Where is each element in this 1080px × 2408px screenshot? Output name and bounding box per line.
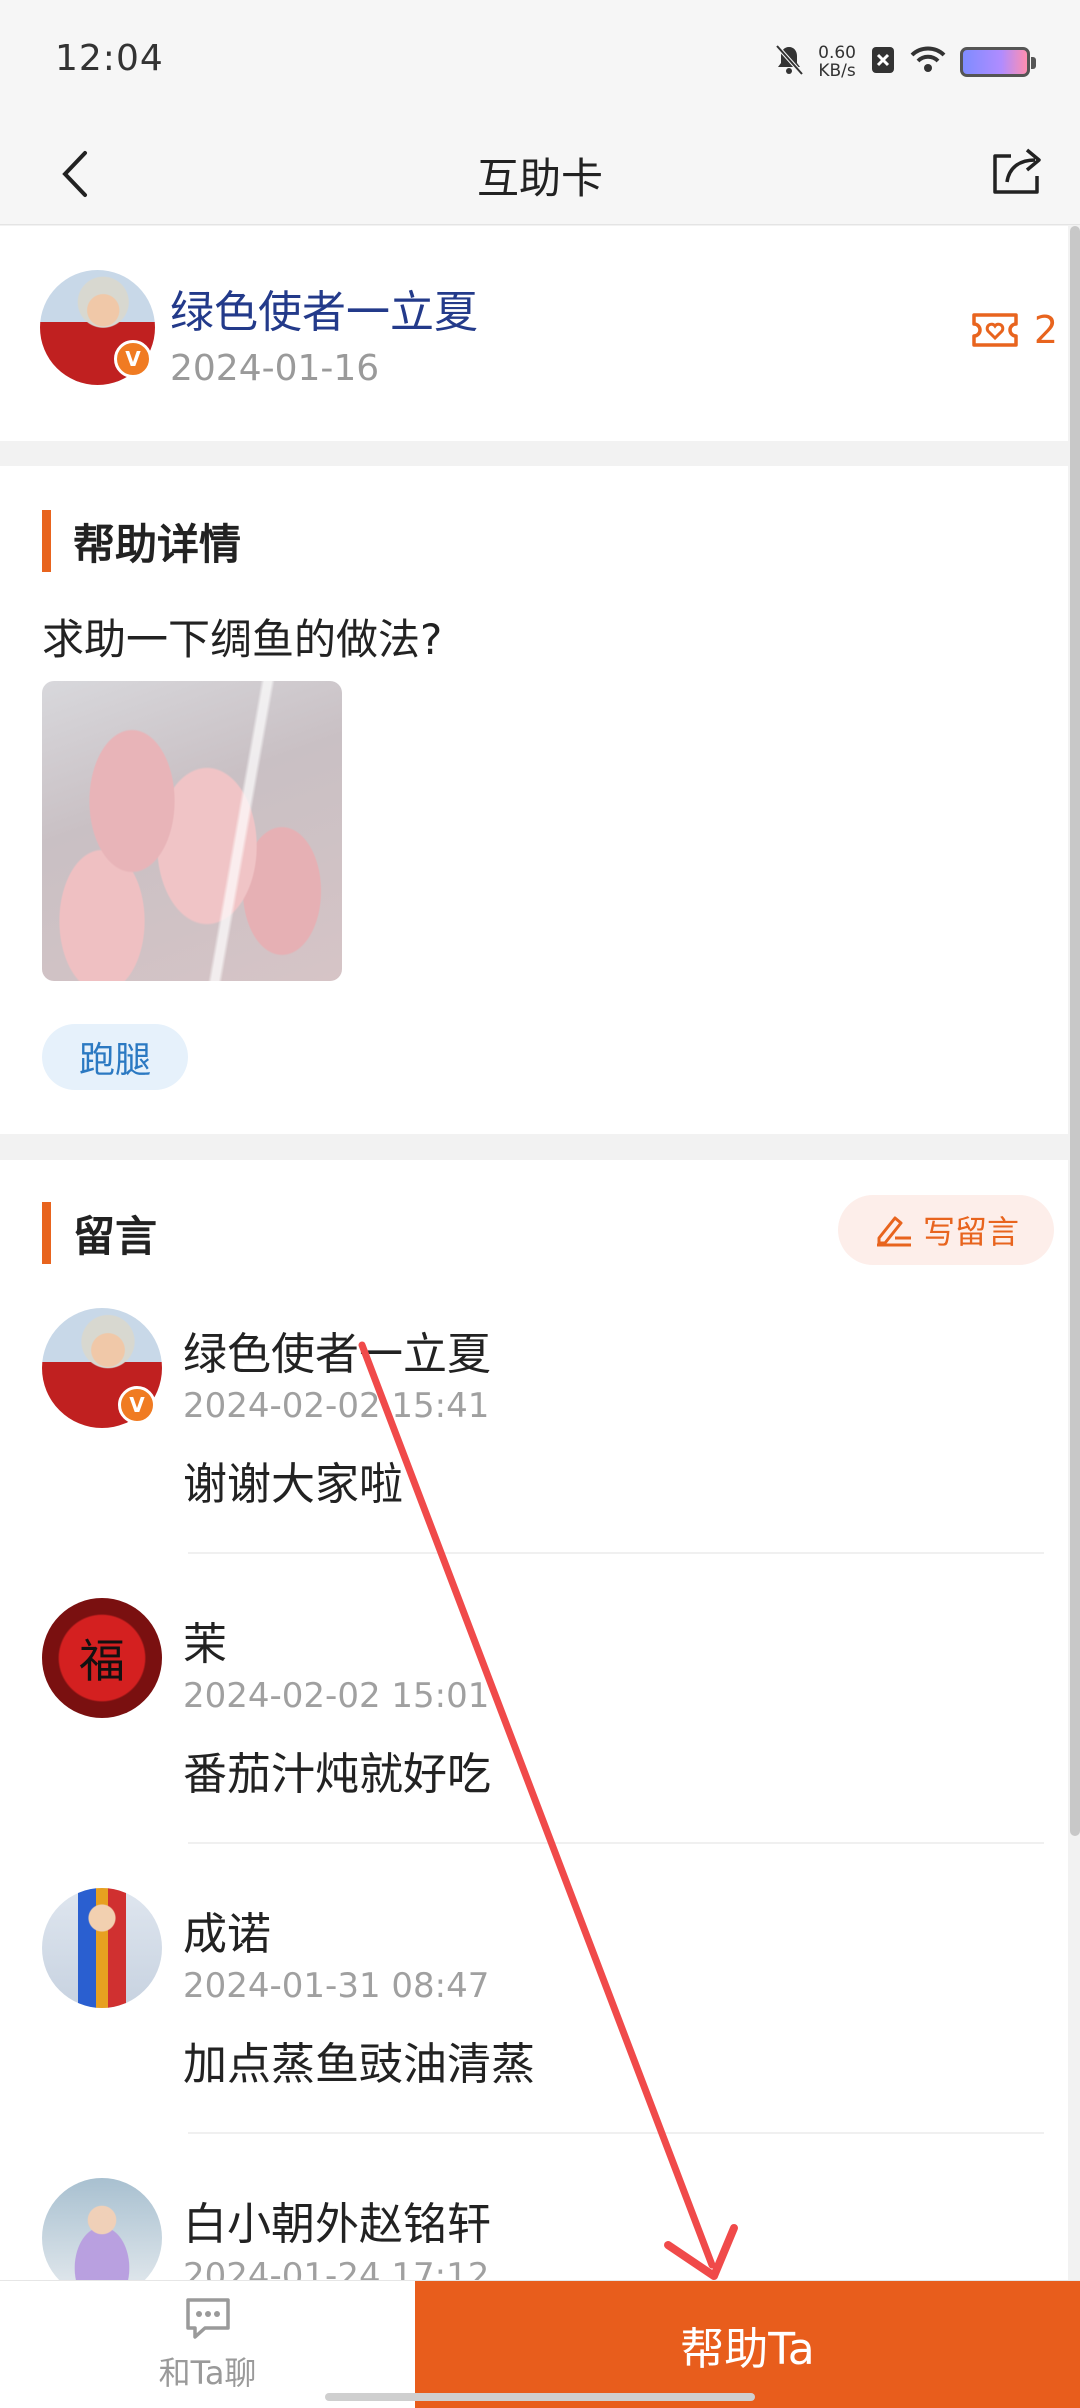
home-indicator[interactable] — [325, 2393, 755, 2401]
net-speed: 0.60 KB/s — [818, 43, 856, 81]
chat-bubble-icon — [185, 2298, 230, 2339]
verified-badge: V — [118, 1386, 156, 1424]
comment-text: 谢谢大家啦 — [183, 1459, 403, 1510]
share-icon — [993, 148, 1041, 194]
boy-avatar-image — [42, 1888, 162, 2008]
status-bar: 12:04 0.60 KB/s — [0, 0, 1080, 125]
comments-card: 留言 写留言 V 绿色使者一立夏 2024-02-02 15:41 谢谢大家啦 … — [0, 1160, 1068, 2280]
ticket-heart-icon — [972, 313, 1018, 347]
wifi-icon — [910, 46, 946, 78]
commenter-avatar[interactable] — [42, 1888, 162, 2008]
comment-date: 2024-01-31 08:47 — [183, 1966, 490, 2006]
heading-accent-bar — [42, 510, 51, 572]
comment-item: 成诺 2024-01-31 08:47 加点蒸鱼豉油清蒸 — [0, 1888, 1068, 2178]
share-button[interactable] — [982, 135, 1052, 205]
comment-item: 福 茉 2024-02-02 15:01 番茄汁炖就好吃 — [0, 1598, 1068, 1888]
help-question: 求助一下绸鱼的做法? — [42, 615, 443, 664]
chat-button[interactable]: 和Ta聊 — [0, 2281, 415, 2408]
pen-icon — [876, 1216, 911, 1247]
help-photo[interactable] — [42, 681, 342, 981]
divider — [188, 1552, 1044, 1554]
sim-off-icon — [870, 45, 896, 79]
comments-title: 留言 — [73, 1211, 158, 1261]
divider — [188, 1842, 1044, 1844]
commenter-name[interactable]: 绿色使者一立夏 — [183, 1318, 491, 1382]
girl-avatar-image — [42, 2178, 162, 2280]
comment-date: 2024-02-02 15:41 — [183, 1386, 490, 1426]
status-time: 12:04 — [55, 38, 164, 79]
bottom-action-bar: 和Ta聊 帮助Ta — [0, 2280, 1080, 2408]
ticket-count: 2 — [1033, 308, 1058, 352]
status-icons: 0.60 KB/s — [774, 40, 1036, 84]
comments-heading: 留言 — [42, 1202, 157, 1264]
author-card: V 绿色使者一立夏 2024-01-16 2 — [0, 226, 1068, 441]
comment-text: 番茄汁炖就好吃 — [183, 1749, 491, 1800]
commenter-name[interactable]: 茉 — [183, 1608, 227, 1672]
chat-label: 和Ta聊 — [158, 2354, 257, 2392]
author-name[interactable]: 绿色使者一立夏 — [170, 276, 478, 340]
author-date: 2024-01-16 — [170, 348, 380, 389]
details-title: 帮助详情 — [73, 519, 242, 569]
comment-date: 2024-01-24 17:12 — [183, 2256, 490, 2280]
details-heading: 帮助详情 — [42, 510, 241, 572]
comment-item: V 绿色使者一立夏 2024-02-02 15:41 谢谢大家啦 — [0, 1308, 1068, 1598]
help-button[interactable]: 帮助Ta — [415, 2281, 1080, 2408]
battery-icon — [960, 47, 1036, 77]
help-details-card: 帮助详情 求助一下绸鱼的做法? 跑腿 — [0, 466, 1068, 1134]
fu-avatar-image: 福 — [42, 1598, 162, 1718]
page-title: 互助卡 — [476, 154, 603, 203]
commenter-name[interactable]: 成诺 — [183, 1898, 271, 1962]
scrollbar[interactable] — [1070, 226, 1080, 1836]
commenter-avatar[interactable]: 福 — [42, 1598, 162, 1718]
help-ticket[interactable]: 2 — [970, 308, 1058, 352]
category-tag[interactable]: 跑腿 — [42, 1024, 188, 1090]
commenter-name[interactable]: 白小朝外赵铭轩 — [183, 2188, 491, 2252]
write-comment-button[interactable]: 写留言 — [838, 1195, 1054, 1265]
heading-accent-bar — [42, 1202, 51, 1264]
commenter-avatar[interactable] — [42, 2178, 162, 2280]
verified-badge: V — [114, 340, 152, 378]
nav-bar: 互助卡 — [0, 125, 1080, 225]
comment-date: 2024-02-02 15:01 — [183, 1676, 490, 1716]
divider — [188, 2132, 1044, 2134]
comment-item: 白小朝外赵铭轩 2024-01-24 17:12 — [0, 2178, 1068, 2280]
mute-bell-icon — [774, 44, 804, 80]
write-comment-label: 写留言 — [922, 1213, 1019, 1251]
comment-text: 加点蒸鱼豉油清蒸 — [183, 2039, 535, 2090]
